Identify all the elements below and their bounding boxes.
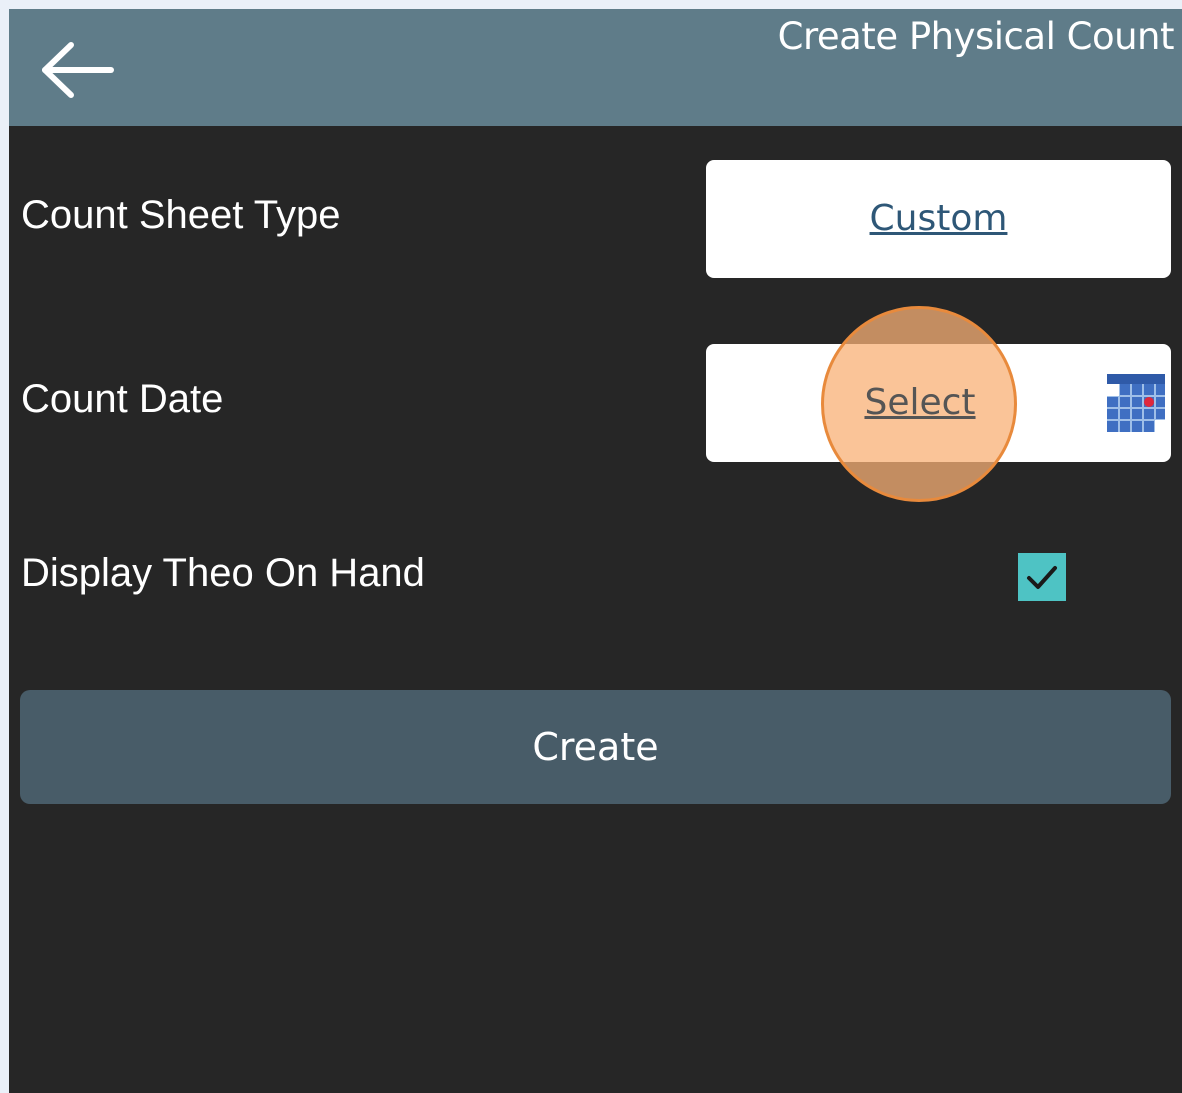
create-button[interactable]: Create — [20, 690, 1171, 804]
display-theo-on-hand-label: Display Theo On Hand — [21, 551, 425, 595]
count-date-field[interactable]: Select — [706, 344, 1171, 462]
display-theo-on-hand-checkbox[interactable] — [1018, 553, 1066, 601]
app-window: Create Physical Count Count Sheet Type C… — [9, 9, 1182, 1093]
app-header: Create Physical Count — [9, 9, 1182, 126]
page-title: Create Physical Count — [777, 15, 1175, 58]
count-sheet-type-value[interactable]: Custom — [706, 160, 1171, 278]
count-sheet-type-label: Count Sheet Type — [21, 193, 341, 237]
back-button[interactable] — [35, 37, 117, 103]
count-date-label: Count Date — [21, 377, 224, 421]
arrow-left-icon — [42, 42, 114, 98]
count-sheet-type-field[interactable]: Custom — [706, 160, 1171, 278]
count-date-value[interactable]: Select — [820, 344, 1020, 462]
calendar-icon[interactable] — [1107, 374, 1165, 432]
checkmark-icon — [1027, 566, 1057, 589]
